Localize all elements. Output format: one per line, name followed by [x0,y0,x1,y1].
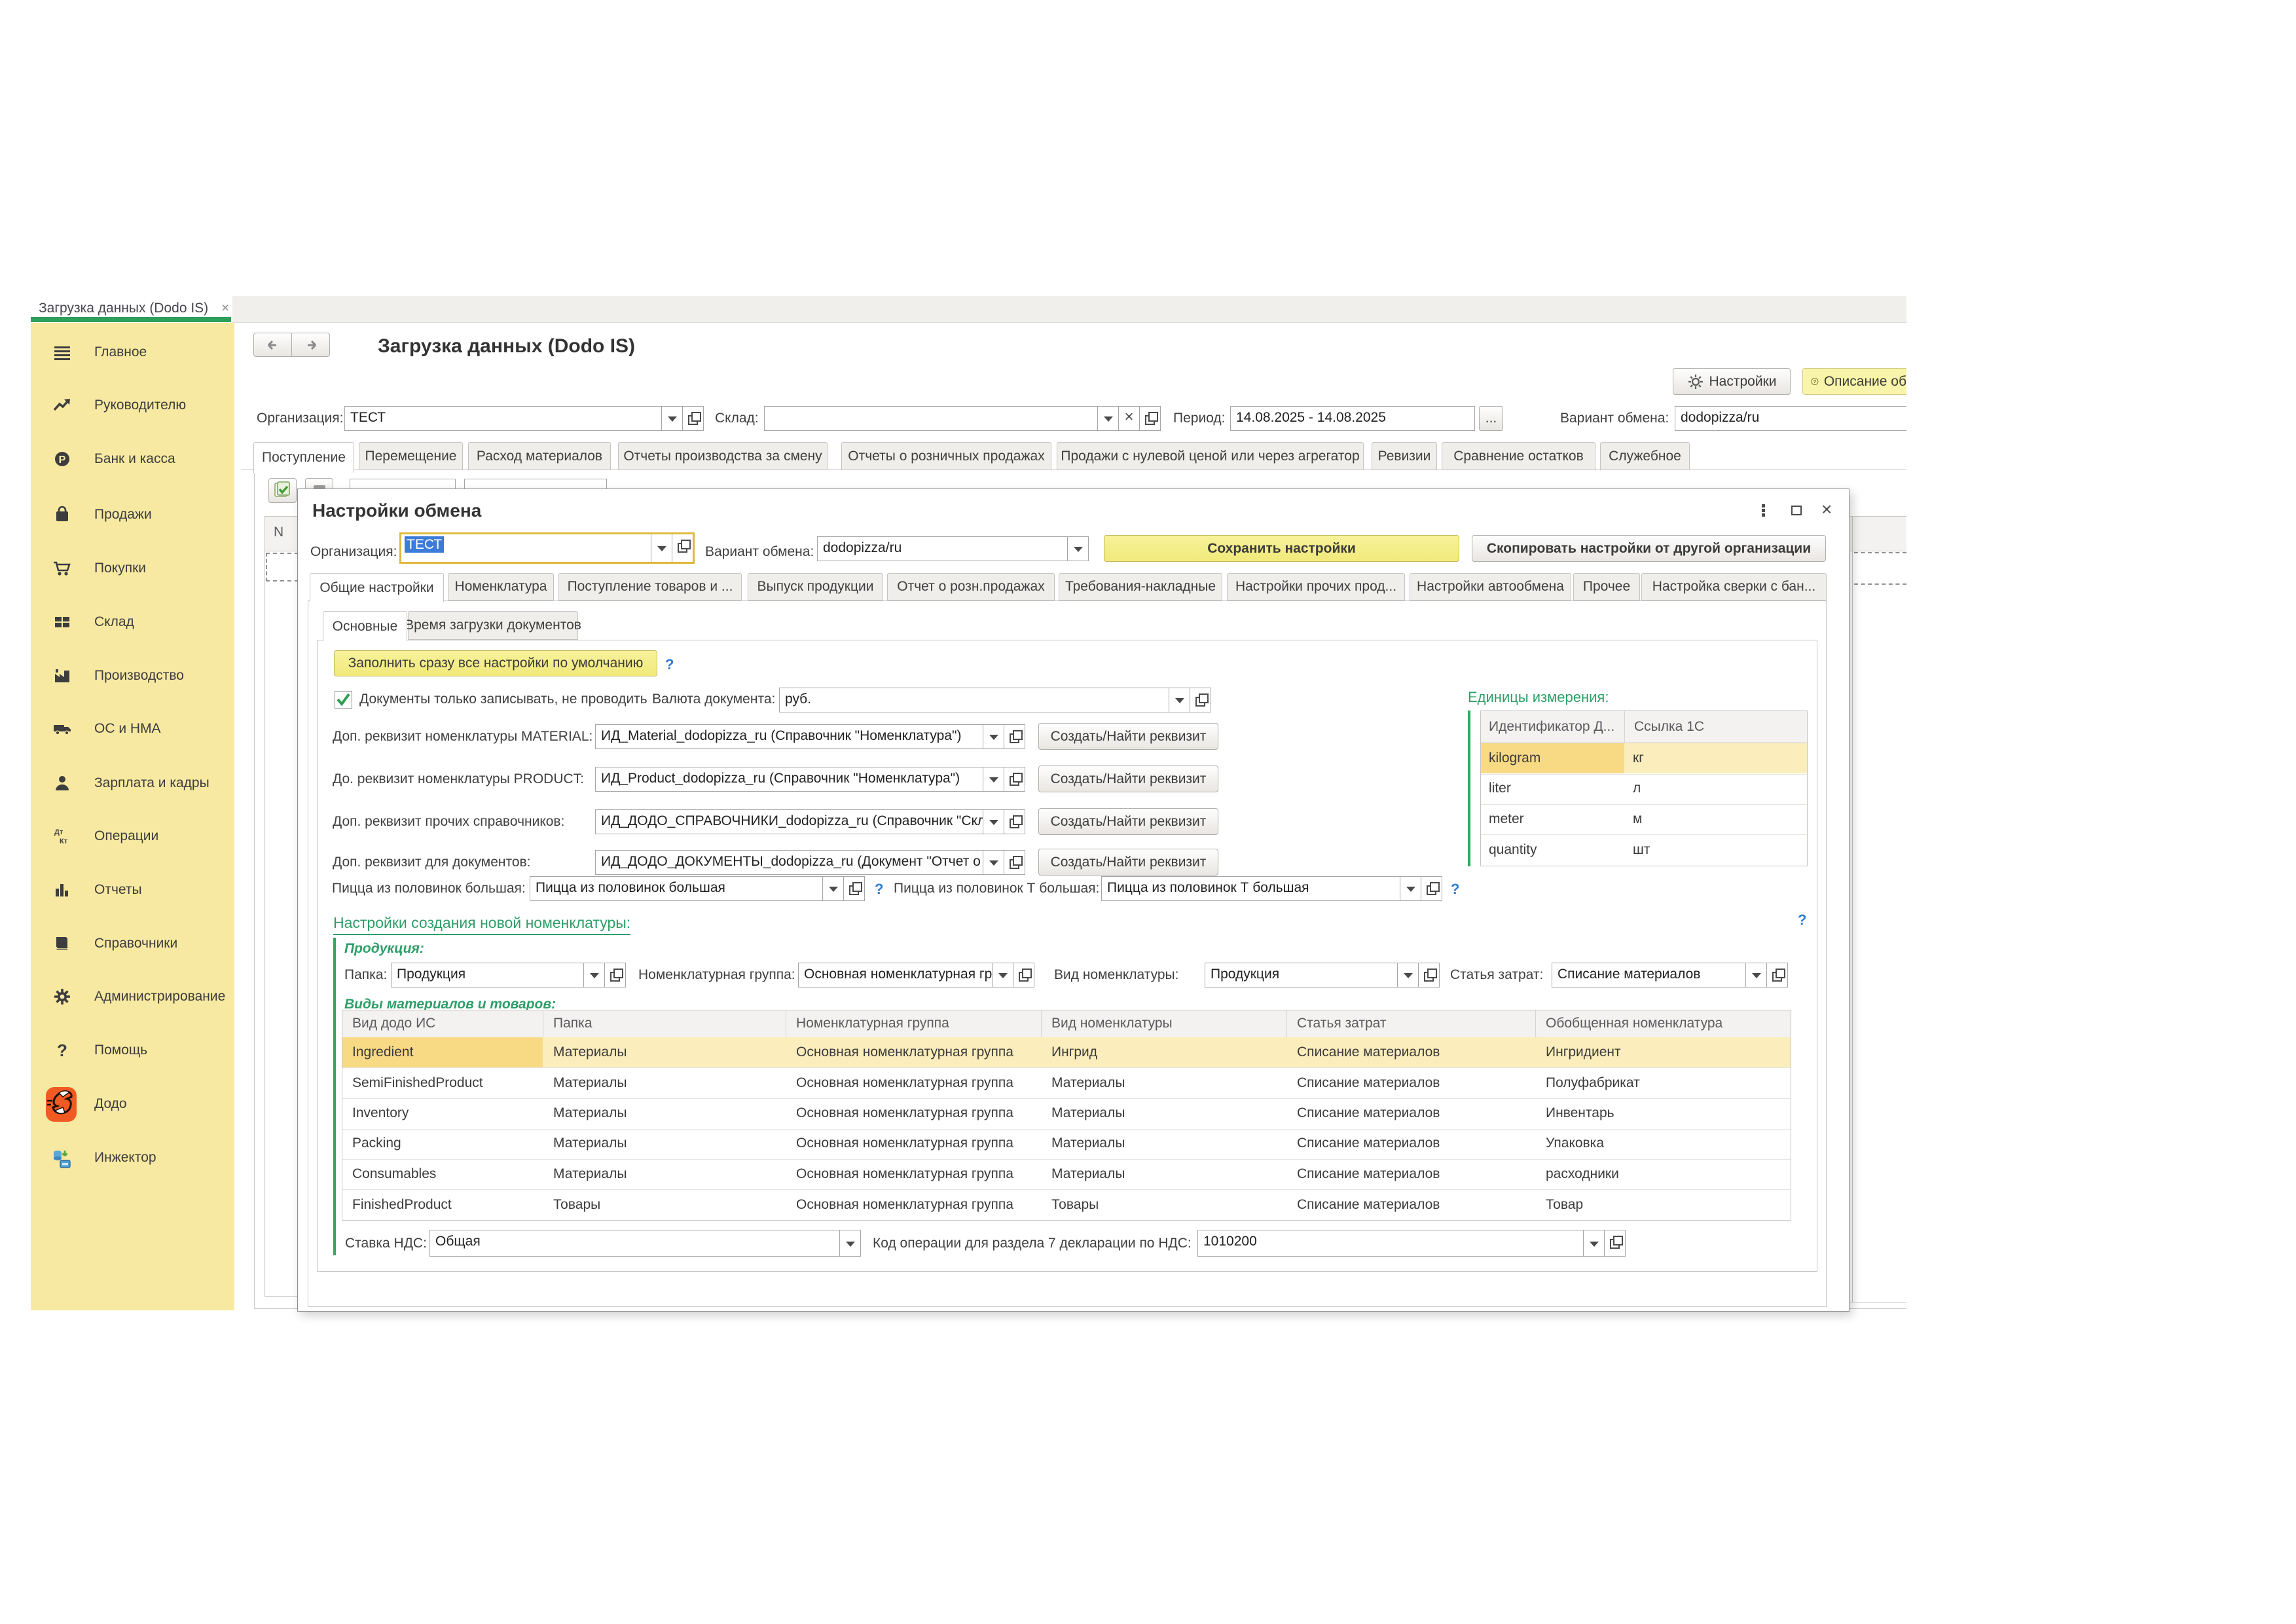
svg-text:Дт: Дт [54,828,64,836]
svg-text:?: ? [1813,380,1816,384]
svg-text:Кт: Кт [60,838,68,845]
svg-text:P: P [59,454,66,466]
svg-text:?: ? [57,1041,67,1060]
